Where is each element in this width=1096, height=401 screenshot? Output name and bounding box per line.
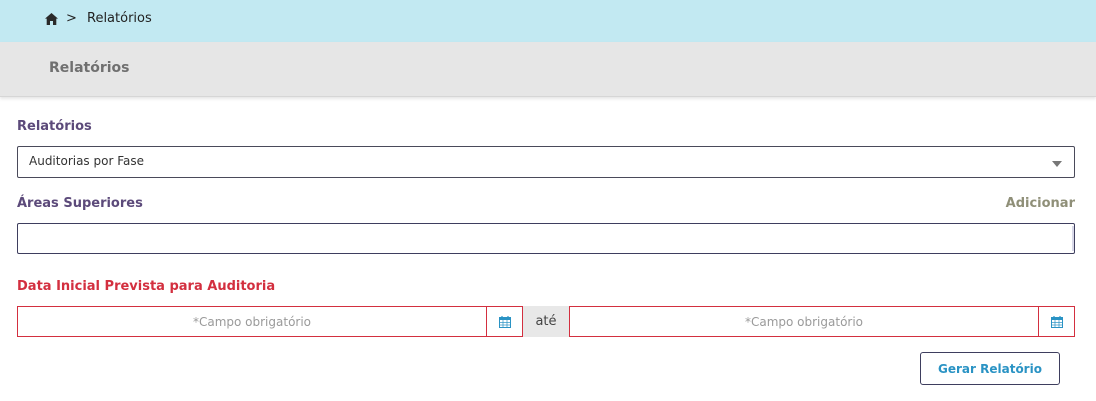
breadcrumb-separator: >: [66, 11, 77, 26]
report-select-value: Auditorias por Fase: [29, 154, 144, 168]
calendar-icon: [499, 316, 511, 328]
areas-input-scrollbar: [1072, 226, 1074, 251]
areas-label: Áreas Superiores: [17, 196, 143, 211]
date-range-label: Data Inicial Prevista para Auditoria: [17, 279, 276, 294]
breadcrumb-current: Relatórios: [87, 11, 152, 26]
end-date-input[interactable]: [569, 306, 1039, 337]
chevron-down-icon: [1052, 161, 1062, 167]
home-icon[interactable]: [45, 13, 58, 25]
report-label: Relatórios: [17, 119, 92, 134]
add-area-link[interactable]: Adicionar: [1006, 196, 1075, 211]
generate-report-button[interactable]: Gerar Relatório: [920, 352, 1060, 385]
calendar-icon: [1051, 316, 1063, 328]
breadcrumb: > Relatórios: [0, 0, 1096, 42]
page-title: Relatórios: [49, 60, 130, 76]
areas-input[interactable]: [17, 223, 1075, 254]
date-range-separator: até: [523, 306, 569, 337]
end-date-calendar-button[interactable]: [1038, 306, 1075, 337]
report-select[interactable]: Auditorias por Fase: [17, 146, 1075, 178]
start-date-calendar-button[interactable]: [486, 306, 523, 337]
start-date-input[interactable]: [17, 306, 487, 337]
page-header: Relatórios: [0, 42, 1096, 97]
